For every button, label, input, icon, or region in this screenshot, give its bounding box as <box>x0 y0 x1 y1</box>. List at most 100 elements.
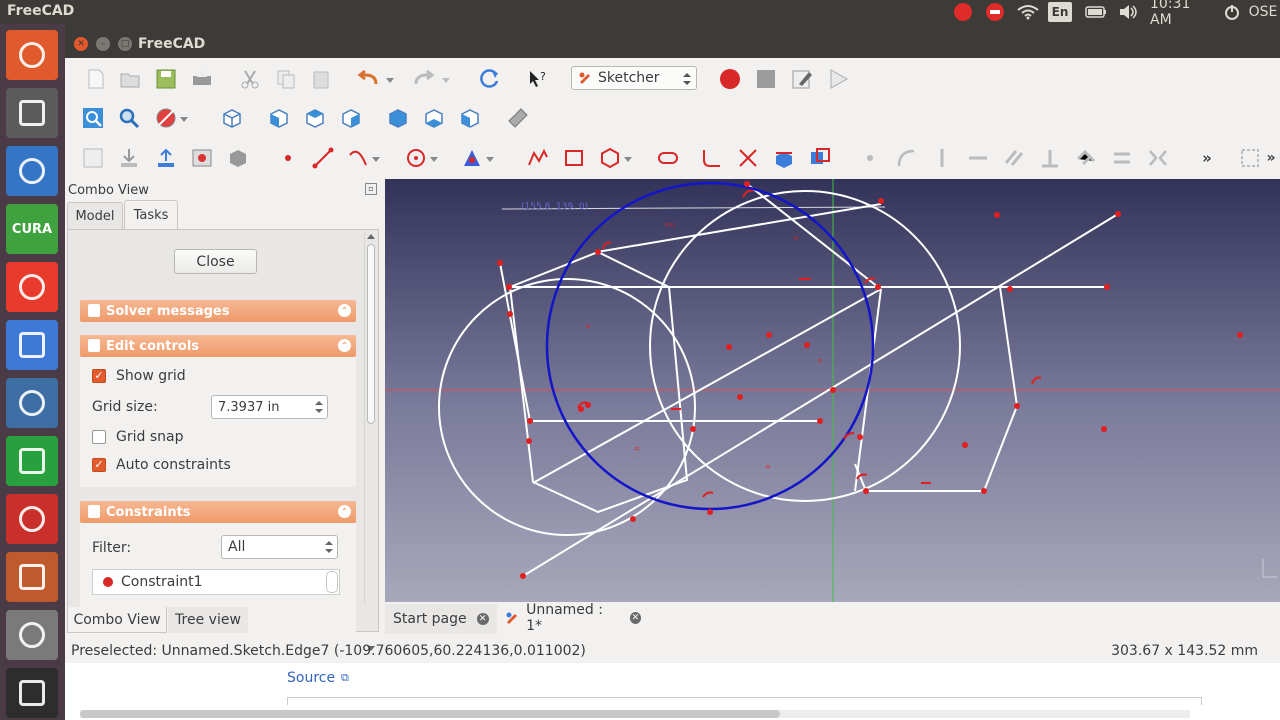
collapse-icon[interactable]: ⌃ <box>338 304 351 317</box>
view-sketch-icon[interactable] <box>151 143 181 173</box>
circle-dropdown-icon[interactable] <box>427 145 441 175</box>
select-elements-icon[interactable] <box>1235 143 1265 173</box>
stop-macro-icon[interactable] <box>751 64 781 94</box>
record-macro-icon[interactable] <box>715 64 745 94</box>
constrain-horizontal-icon[interactable] <box>963 143 993 173</box>
spin-arrows-icon[interactable] <box>315 400 323 414</box>
minimize-window-icon[interactable]: – <box>96 37 110 51</box>
view-axonometric-icon[interactable] <box>217 103 247 133</box>
cut-icon[interactable] <box>235 64 265 94</box>
fit-selection-icon[interactable] <box>114 103 144 133</box>
maximize-window-icon[interactable]: □ <box>118 37 132 51</box>
constrain-tangent-icon[interactable] <box>1071 143 1101 173</box>
3d-viewport[interactable]: (155.8, 139, 0) =₁₁ = = = = = <box>385 179 1280 602</box>
tab-start-page[interactable]: Start page ✕ <box>385 604 497 634</box>
collapse-icon[interactable]: ⌃ <box>338 339 351 352</box>
sketch-hexagon-right[interactable] <box>854 286 1019 492</box>
paste-icon[interactable] <box>307 64 337 94</box>
tab-tree-view[interactable]: Tree view <box>168 607 248 633</box>
view-right-icon[interactable] <box>336 103 366 133</box>
cura-icon[interactable]: CURA <box>6 204 58 254</box>
freecad-launcher-icon[interactable] <box>6 146 58 196</box>
create-rectangle-icon[interactable] <box>559 143 589 173</box>
view-left-icon[interactable] <box>455 103 485 133</box>
constrain-equal-icon[interactable] <box>1107 143 1137 173</box>
close-tab-icon[interactable]: ✕ <box>629 612 642 624</box>
constraint-list-scrollbar[interactable] <box>326 571 338 593</box>
workbench-selector[interactable]: Sketcher <box>571 66 697 90</box>
view-top-icon[interactable] <box>300 103 330 133</box>
save-icon[interactable] <box>151 64 181 94</box>
source-link[interactable]: Source <box>287 670 335 686</box>
fit-all-icon[interactable] <box>78 103 108 133</box>
video-camera-icon[interactable] <box>6 378 58 428</box>
constraints-header[interactable]: Constraints ⌃ <box>80 501 356 523</box>
constrain-symmetric-icon[interactable] <box>1143 143 1173 173</box>
chromium-icon[interactable] <box>6 320 58 370</box>
new-document-icon[interactable] <box>81 64 111 94</box>
spreadsheet-icon[interactable] <box>6 436 58 486</box>
tasks-scrollbar[interactable] <box>364 232 376 651</box>
toolbar-overflow-icon[interactable]: » <box>1197 143 1217 173</box>
carbon-copy-icon[interactable] <box>805 143 835 173</box>
grid-snap-checkbox[interactable] <box>92 430 106 444</box>
redo-dropdown-icon[interactable] <box>439 66 453 96</box>
ubuntu-dash-icon[interactable] <box>6 30 58 80</box>
run-macro-icon[interactable] <box>823 64 853 94</box>
power-icon[interactable] <box>1222 2 1242 22</box>
view-rear-icon[interactable] <box>383 103 413 133</box>
scroll-thumb[interactable] <box>367 244 375 424</box>
wifi-icon[interactable] <box>1016 2 1040 22</box>
view-section-icon[interactable] <box>187 143 217 173</box>
measure-distance-icon[interactable] <box>503 103 533 133</box>
leave-sketch-icon[interactable] <box>114 143 144 173</box>
constrain-point-on-object-icon[interactable] <box>891 143 921 173</box>
terminal-icon[interactable] <box>6 668 58 718</box>
session-label[interactable]: OSE <box>1246 2 1280 22</box>
trim-edge-icon[interactable] <box>733 143 763 173</box>
create-slot-icon[interactable] <box>653 143 683 173</box>
files-icon[interactable] <box>6 552 58 602</box>
edit-macro-icon[interactable] <box>787 64 817 94</box>
scroll-thumb[interactable] <box>80 710 780 718</box>
undo-icon[interactable] <box>353 64 383 94</box>
polygon-dropdown-icon[interactable] <box>621 145 635 175</box>
new-sketch-icon[interactable] <box>78 143 108 173</box>
tab-combo-view[interactable]: Combo View <box>67 607 167 633</box>
undock-panel-icon[interactable]: ▫ <box>365 183 377 195</box>
battery-icon[interactable] <box>1084 2 1108 22</box>
edit-controls-header[interactable]: Edit controls ⌃ <box>80 335 356 357</box>
filter-select[interactable]: All <box>221 535 338 559</box>
create-fillet-icon[interactable] <box>697 143 727 173</box>
settings-blue-icon[interactable] <box>6 262 58 312</box>
close-tab-icon[interactable]: ✕ <box>476 613 489 625</box>
collapse-icon[interactable]: ⌃ <box>338 505 351 518</box>
external-geometry-icon[interactable] <box>769 143 799 173</box>
draw-style-dropdown-icon[interactable] <box>177 105 191 135</box>
stop-indicator-icon[interactable] <box>984 2 1006 22</box>
print-icon[interactable] <box>187 64 217 94</box>
clock[interactable]: 10:31 AM <box>1150 0 1216 28</box>
conic-dropdown-icon[interactable] <box>483 145 497 175</box>
view-front-icon[interactable] <box>264 103 294 133</box>
record-indicator-icon[interactable] <box>952 2 974 22</box>
create-polyline-icon[interactable] <box>523 143 553 173</box>
whats-this-icon[interactable]: ? <box>523 64 553 94</box>
create-line-icon[interactable] <box>308 143 338 173</box>
undo-dropdown-icon[interactable] <box>383 66 397 96</box>
refresh-icon[interactable] <box>475 64 505 94</box>
sketch-canvas[interactable]: (155.8, 139, 0) =₁₁===== <box>385 179 1280 602</box>
screenshot-icon[interactable] <box>6 610 58 660</box>
show-grid-checkbox[interactable]: ✓ <box>92 369 106 383</box>
close-window-icon[interactable]: ✕ <box>74 37 88 51</box>
scroll-up-icon[interactable] <box>367 234 375 240</box>
list-item[interactable]: Constraint1 <box>93 570 323 594</box>
constrain-parallel-icon[interactable] <box>999 143 1029 173</box>
constrain-vertical-icon[interactable] <box>927 143 957 173</box>
sketch-diagonal-line[interactable] <box>522 213 1119 577</box>
redo-icon[interactable] <box>409 64 439 94</box>
open-document-icon[interactable] <box>115 64 145 94</box>
horizontal-scrollbar[interactable] <box>80 710 1190 718</box>
grid-size-input[interactable]: 7.3937 in <box>211 395 328 419</box>
close-button[interactable]: Close <box>174 249 257 274</box>
